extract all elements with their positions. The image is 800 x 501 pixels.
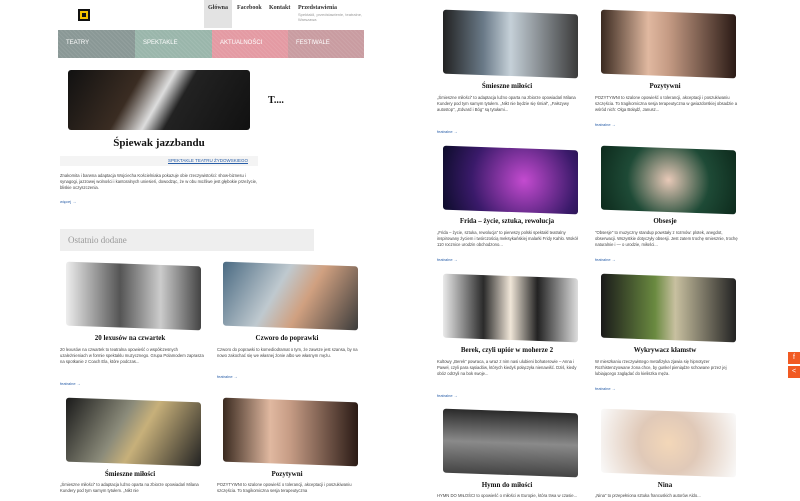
facebook-icon[interactable]: f [788,352,800,364]
featured-image[interactable] [68,70,250,130]
card-title[interactable]: Czworo do poprawki [217,334,357,342]
card-excerpt: 20 lexusów na czwartek to teatralna opow… [60,347,204,364]
featured-theatre-link[interactable]: SPEKTAKLE TEATRU ŻYDOWSKIEGO [60,156,258,166]
category-teatry[interactable]: TEATRY [58,30,135,58]
category-aktualnosci[interactable]: AKTUALNOŚCI [212,30,288,58]
card-excerpt: „Śmieszne miłości” to adaptacja luźno op… [437,95,576,112]
card-more-link[interactable]: featralne → [437,257,458,262]
card-image[interactable] [66,261,201,331]
card-excerpt: HYMN DO MIŁOŚCI to opowieść o miłości w … [437,493,578,498]
card-title[interactable]: Wykrywacz kłamstw [595,346,735,354]
card-image[interactable] [223,261,358,331]
nav-facebook[interactable]: Facebook [237,5,262,11]
card-title[interactable]: Obsesje [595,217,735,225]
card-title[interactable]: Śmieszne miłości [60,470,200,478]
card-image[interactable] [66,397,201,467]
card-image[interactable] [443,408,578,478]
card-excerpt: POZYTYWNI to szalone opowieść o toleranc… [595,95,738,112]
card-title[interactable]: Hymn do miłości [437,481,577,489]
card-title[interactable]: Frida – życie, sztuka, rewolucja [437,217,577,225]
card-more-link[interactable]: featralne → [437,393,458,398]
card-image[interactable] [443,273,578,343]
card-more-link[interactable]: featralne → [437,129,458,134]
card-title[interactable]: 20 lexusów na czwartek [60,334,200,342]
card-more-link[interactable]: featralne → [595,122,616,127]
latest-heading: Ostatnio dodane [60,229,314,251]
card-title[interactable]: Pozytywni [217,470,357,478]
card-excerpt: „Frida – życie, sztuka, rewolucja” to pi… [437,230,578,247]
card-image[interactable] [443,145,578,215]
card-image[interactable] [601,145,736,215]
card-excerpt: Czworo do poprawki to komediodramat o ty… [217,347,358,358]
card-excerpt: Kultowy „Berek” powraca, a wraz z nim na… [437,359,577,376]
card-more-link[interactable]: featralne → [60,381,81,386]
category-spektakle[interactable]: SPEKTAKLE [135,30,212,58]
card-image[interactable] [443,9,578,79]
nav-shows[interactable]: Przedstawienia [298,5,337,11]
card-excerpt: POZYTYWNI to szalone opowieść o toleranc… [217,482,352,493]
card-title[interactable]: Pozytywni [595,82,735,90]
card-title[interactable]: Śmieszne miłości [437,82,577,90]
card-title[interactable]: Nina [595,481,735,489]
nav-home[interactable]: Główna [208,5,228,11]
card-image[interactable] [223,397,358,467]
card-excerpt: „Śmieszne miłości” to adaptacja luźno op… [60,482,199,493]
card-image[interactable] [601,9,736,79]
card-image[interactable] [601,273,736,343]
card-excerpt: W mieszkaniu rzeczywistego metafizyka zj… [595,359,727,376]
card-more-link[interactable]: featralne → [217,374,238,379]
card-excerpt: „Nina” to przepełniona sztuka francuskic… [595,493,701,498]
site-logo[interactable] [78,9,90,21]
card-title[interactable]: Berek, czyli upiór w moherze 2 [437,346,577,354]
site-tagline: Spektakli, przedstawienie, teatralne, Wa… [298,12,363,22]
featured-excerpt: Znakomita i barwna adaptacja Wojciecha K… [60,173,258,190]
featured-side-title[interactable]: T.... [268,95,284,106]
card-more-link[interactable]: featralne → [595,257,616,262]
featured-more-link[interactable]: więcej → [60,199,76,204]
card-excerpt: "Obsesje" to muzyczny standup powstały z… [595,230,738,247]
card-more-link[interactable]: featralne → [595,386,616,391]
category-festiwale[interactable]: FESTIWALE [288,30,364,58]
card-image[interactable] [601,408,736,478]
featured-title[interactable]: Śpiewak jazzbandu [68,137,250,149]
share-icon[interactable]: < [788,366,800,378]
nav-contact[interactable]: Kontakt [269,5,290,11]
